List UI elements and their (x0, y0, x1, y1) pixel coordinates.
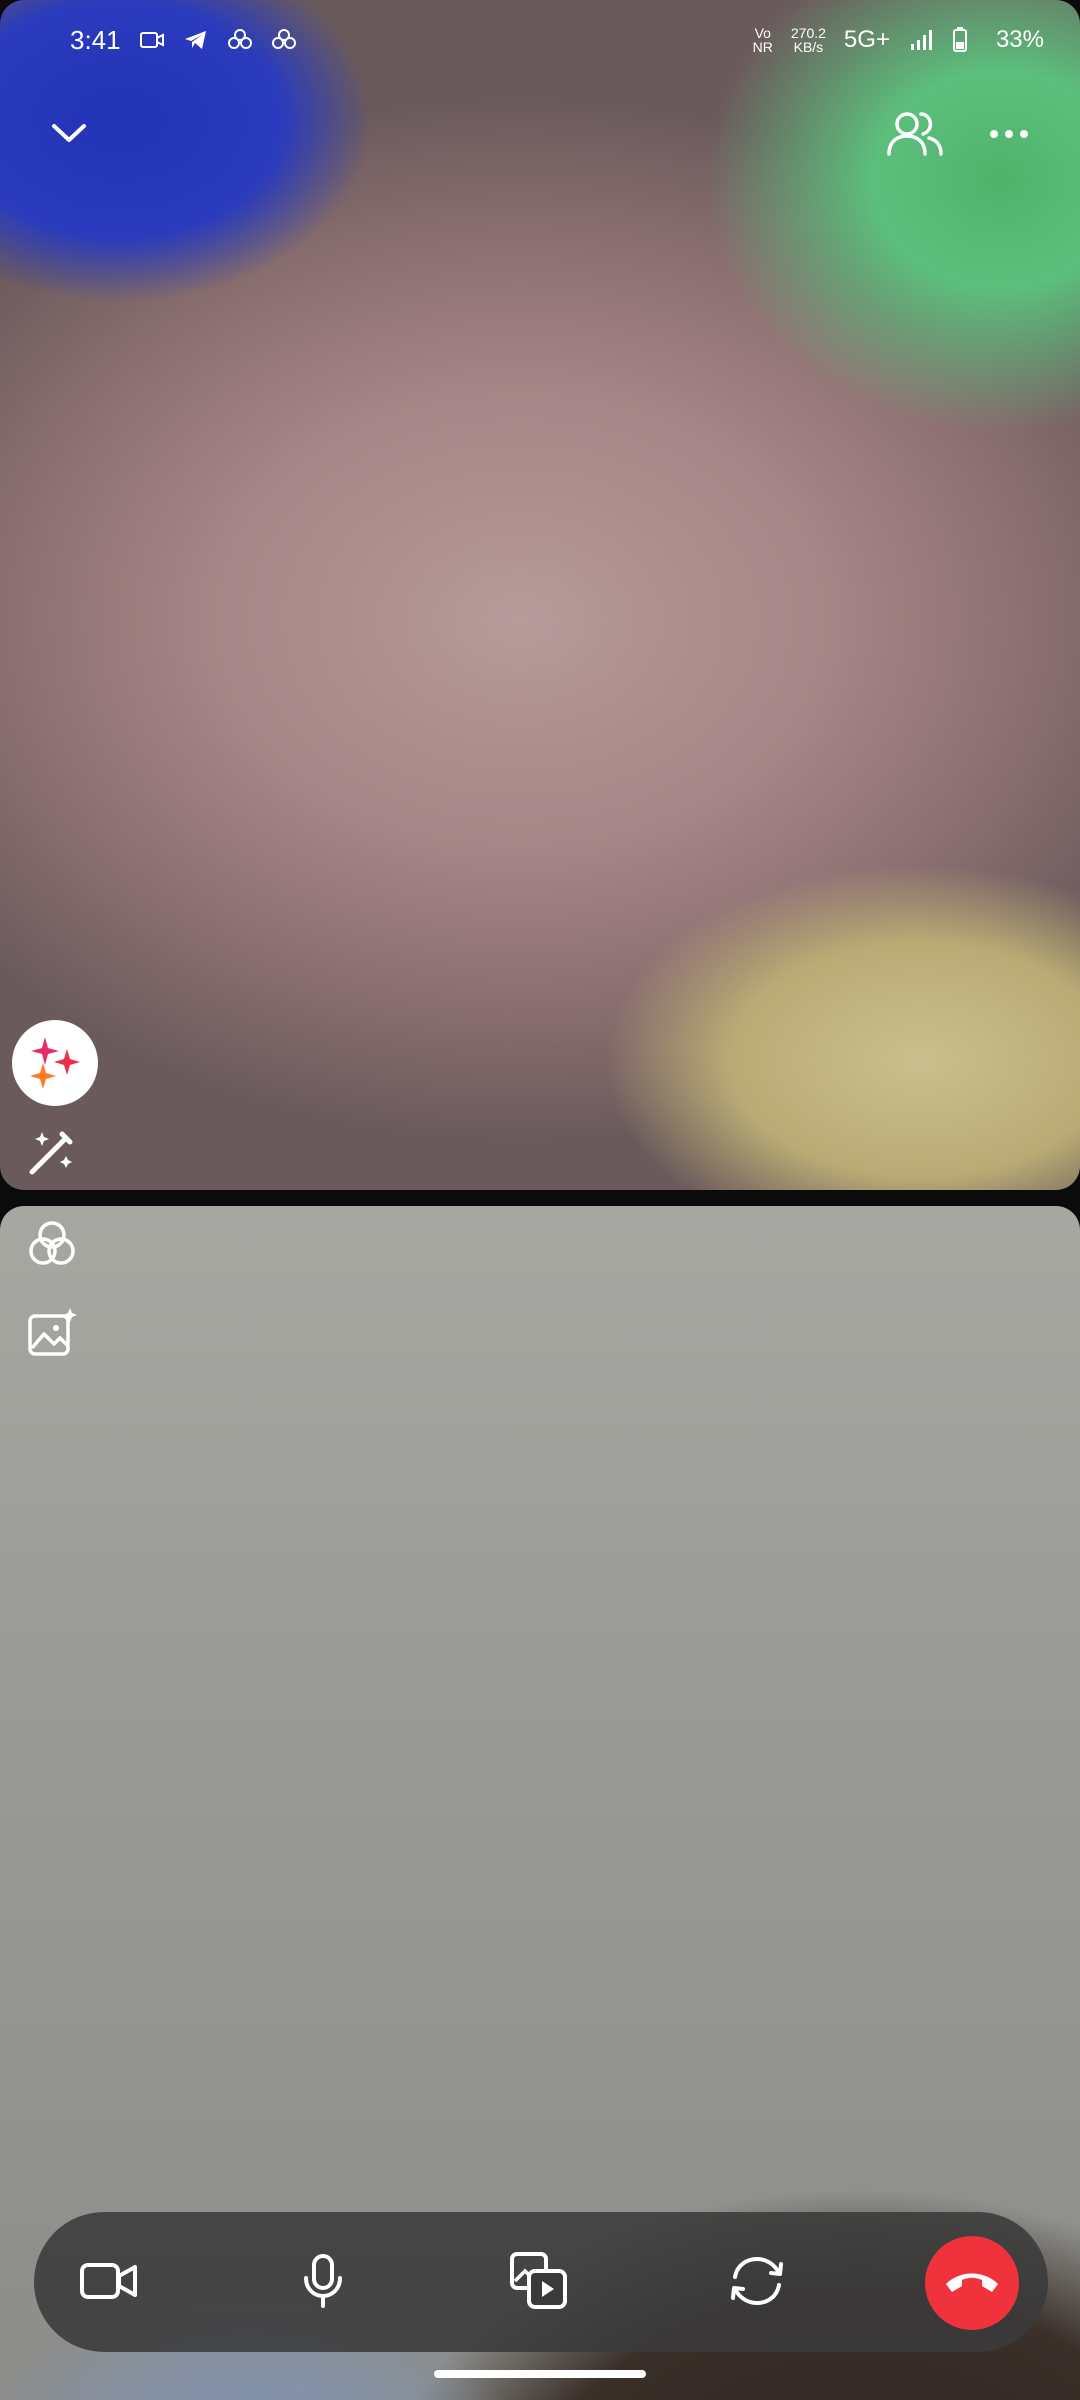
battery-icon (952, 27, 978, 53)
participants-button[interactable] (880, 100, 950, 170)
app-notification-icon (227, 27, 253, 53)
touch-up-button[interactable] (24, 1126, 80, 1182)
net-speed-unit: KB/s (793, 39, 824, 55)
telegram-icon (183, 27, 209, 53)
net-speed: 270.2 KB/s (791, 26, 826, 54)
signal-icon (908, 27, 934, 53)
end-call-button[interactable] (925, 2236, 1019, 2330)
chevron-down-icon (49, 120, 89, 151)
more-icon (989, 126, 1029, 144)
status-bar: 3:41 Vo NR 270.2 KB/s 5G+ 33% (0, 0, 1080, 80)
flip-camera-icon (727, 2253, 787, 2314)
microphone-toggle-button[interactable] (278, 2238, 368, 2328)
status-right: Vo NR 270.2 KB/s 5G+ 33% (753, 26, 1044, 54)
media-share-icon (509, 2251, 569, 2316)
network-type: 5G+ (843, 26, 890, 53)
camera-toggle-button[interactable] (64, 2238, 154, 2328)
microphone-icon (301, 2253, 345, 2314)
magic-wand-icon (26, 1126, 78, 1183)
share-media-button[interactable] (494, 2238, 584, 2328)
background-button[interactable] (24, 1306, 80, 1362)
sparkle-icon (27, 1033, 83, 1094)
more-options-button[interactable] (974, 100, 1044, 170)
home-indicator[interactable] (434, 2370, 646, 2378)
end-call-icon (942, 2266, 1002, 2301)
screen-record-icon (139, 27, 165, 53)
flip-camera-button[interactable] (712, 2238, 802, 2328)
effects-button[interactable] (12, 1020, 98, 1106)
status-time: 3:41 (70, 24, 121, 55)
filter-circles-icon (26, 1218, 78, 1275)
filters-button[interactable] (24, 1218, 80, 1274)
vonr-indicator: Vo NR (753, 26, 773, 54)
video-call-screen: 3:41 Vo NR 270.2 KB/s 5G+ 33% (0, 0, 1080, 2400)
collapse-call-button[interactable] (34, 100, 104, 170)
video-camera-icon (79, 2259, 139, 2308)
people-icon (885, 108, 945, 163)
vonr-bottom: NR (752, 39, 773, 55)
battery-percent: 33% (995, 26, 1044, 53)
image-sparkle-icon (26, 1306, 78, 1363)
remote-video[interactable] (0, 0, 1080, 1190)
status-left: 3:41 (70, 25, 297, 56)
app-notification-icon (271, 27, 297, 53)
